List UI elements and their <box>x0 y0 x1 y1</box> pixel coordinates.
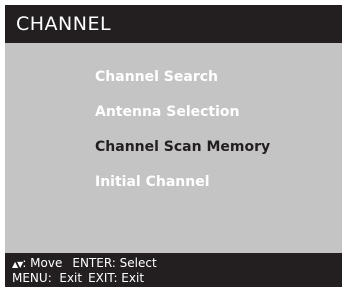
menu-list: Channel Search Antenna Selection Channel… <box>5 43 342 253</box>
menu-item-antenna-selection[interactable]: Antenna Selection <box>95 103 240 121</box>
channel-menu: CHANNEL Channel Search Antenna Selection… <box>5 5 342 287</box>
key-guide-row-1: ▲▼: Move ENTER: Select <box>12 256 157 272</box>
menu-header: CHANNEL <box>5 5 342 43</box>
move-hint: : Move <box>22 256 63 270</box>
exit-exit-hint: EXIT: Exit <box>88 271 145 285</box>
menu-exit-hint: MENU: Exit <box>12 271 83 285</box>
enter-select-hint: ENTER: Select <box>72 256 157 270</box>
menu-item-channel-scan-memory[interactable]: Channel Scan Memory <box>95 138 270 156</box>
menu-item-channel-search[interactable]: Channel Search <box>95 68 218 86</box>
up-down-arrows-icon: ▲▼ <box>12 260 23 269</box>
menu-title: CHANNEL <box>16 13 112 35</box>
key-guide-row-2: MENU: Exit EXIT: Exit <box>12 271 144 286</box>
key-guide-bar: ▲▼: Move ENTER: Select MENU: Exit EXIT: Ex… <box>5 253 342 287</box>
menu-item-initial-channel[interactable]: Initial Channel <box>95 173 210 191</box>
